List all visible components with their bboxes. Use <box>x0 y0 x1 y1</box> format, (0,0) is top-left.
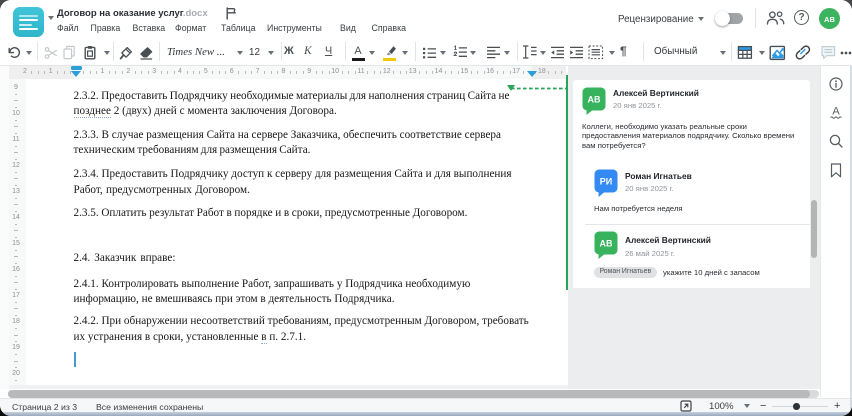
svg-text:РИ: РИ <box>600 177 612 187</box>
svg-text:АВ: АВ <box>588 95 601 105</box>
svg-text:А: А <box>832 106 840 118</box>
svg-text:АВ: АВ <box>600 239 613 249</box>
